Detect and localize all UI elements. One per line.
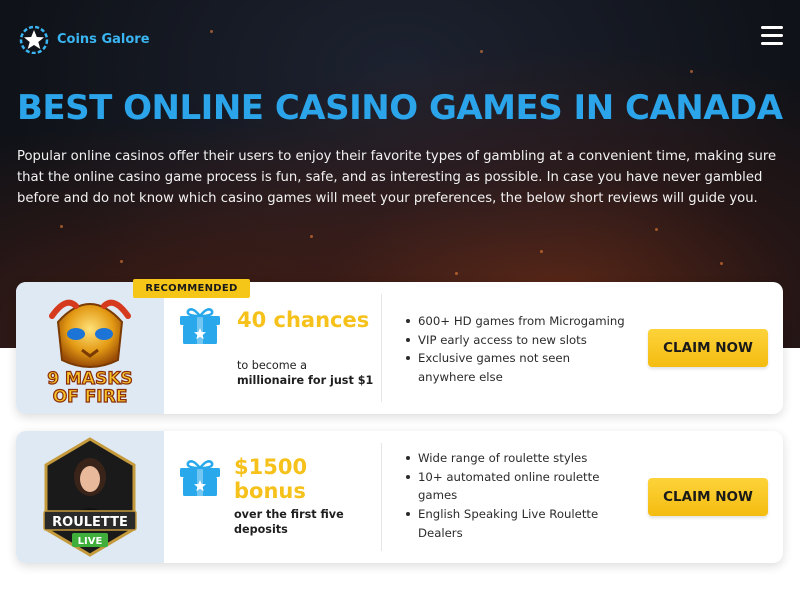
gift-box-icon [180,308,220,344]
claim-now-button[interactable]: CLAIM NOW [648,478,768,516]
game-thumbnail[interactable]: 9 MASKS OF FIRE [16,282,164,414]
bonus-description: to become a millionaire for just $1 [237,358,387,388]
bonus-desc-emphasis: deposits [234,523,288,536]
recommended-badge: RECOMMENDED [133,279,250,298]
game-thumbnail[interactable]: ROULETTE LIVE [16,431,164,563]
divider [381,294,382,402]
feature-list: Wide range of roulette styles 10+ automa… [403,449,625,543]
svg-text:ROULETTE: ROULETTE [52,515,128,530]
intro-paragraph: Popular online casinos offer their users… [17,149,777,206]
ember-particle [690,70,693,73]
ember-particle [120,260,123,263]
divider [381,443,382,551]
page-title: BEST ONLINE CASINO GAMES IN CANADA [17,88,783,128]
bonus-desc-emphasis: millionaire for just $1 [237,374,374,387]
list-item: Wide range of roulette styles [403,449,625,468]
claim-now-button[interactable]: CLAIM NOW [648,329,768,367]
ember-particle [455,272,458,275]
ember-particle [655,228,658,231]
gift-box-icon [180,460,220,496]
svg-text:OF FIRE: OF FIRE [53,387,128,407]
list-item: 600+ HD games from Microgaming [403,312,625,331]
ember-particle [60,225,63,228]
nine-masks-of-fire-logo: 9 MASKS OF FIRE [47,299,133,408]
brand-name: Coins Galore [57,31,150,47]
ember-particle [310,235,313,238]
offer-card: 9 MASKS OF FIRE RECOMMENDED 40 chances t… [16,279,783,414]
list-item: 10+ automated online roulette games [403,468,625,505]
hamburger-menu-icon[interactable] [761,26,783,46]
site-logo[interactable]: Coins Galore [17,24,150,54]
svg-text:9 MASKS: 9 MASKS [47,369,132,389]
list-item: English Speaking Live Roulette Dealers [403,505,625,542]
bonus-desc-line: to become a [237,359,307,372]
ember-particle [540,250,543,253]
ember-particle [720,262,723,265]
bonus-desc-emphasis: over the first five [234,508,344,521]
bonus-amount: $1500 bonus [234,455,308,503]
star-coin-icon [19,25,49,54]
svg-text:LIVE: LIVE [78,536,103,547]
list-item: VIP early access to new slots [403,331,625,350]
feature-list: 600+ HD games from Microgaming VIP early… [403,312,625,387]
site-header: Coins Galore [17,22,783,58]
list-item: Exclusive games not seen anywhere else [403,349,625,386]
bonus-amount: 40 chances [237,308,370,332]
offer-card: ROULETTE LIVE $1500 bonus over the first… [16,431,783,563]
bonus-description: over the first five deposits [234,507,384,537]
live-roulette-logo: ROULETTE LIVE [43,437,137,557]
